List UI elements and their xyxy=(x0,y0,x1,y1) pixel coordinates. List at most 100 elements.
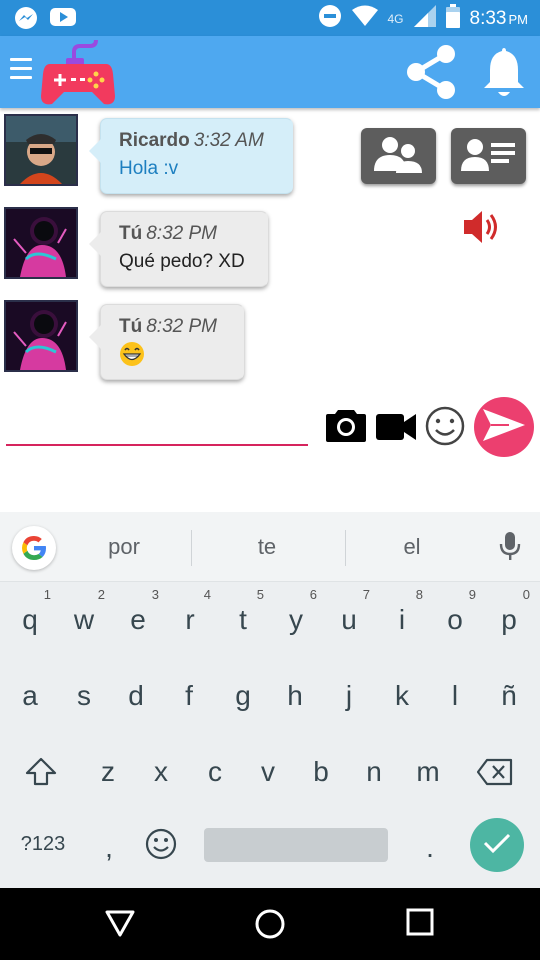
avatar[interactable] xyxy=(4,207,78,279)
key-row-3: z x c v b n m xyxy=(0,734,540,810)
message-time: 3:32 AM xyxy=(193,130,264,151)
network-type: 4G xyxy=(387,11,404,26)
key-q[interactable]: q1 xyxy=(3,582,57,658)
key-n[interactable]: n xyxy=(347,734,401,810)
home-icon[interactable] xyxy=(254,908,286,945)
avatar[interactable] xyxy=(4,300,78,372)
do-not-disturb-icon xyxy=(318,4,342,33)
key-k[interactable]: k xyxy=(375,658,429,734)
key-j[interactable]: j xyxy=(322,658,376,734)
app-bar xyxy=(0,36,540,108)
key-a[interactable]: a xyxy=(3,658,57,734)
suggestion-bar: por te el xyxy=(0,512,540,582)
key-p[interactable]: p0 xyxy=(482,582,536,658)
suggestion-3[interactable]: el xyxy=(352,534,472,560)
key-d[interactable]: d xyxy=(109,658,163,734)
key-label: i xyxy=(398,604,406,635)
key-w[interactable]: w2 xyxy=(57,582,111,658)
suggestion-2[interactable]: te xyxy=(207,534,327,560)
key-t[interactable]: t5 xyxy=(216,582,270,658)
key-label: w xyxy=(73,604,95,635)
bell-icon[interactable] xyxy=(482,44,526,105)
clock: 8:33 PM xyxy=(470,8,528,30)
key-b[interactable]: b xyxy=(294,734,348,810)
message-bubble[interactable]: Tú 8:32 PM Qué pedo? XD xyxy=(89,211,268,287)
message-text: Hola :v xyxy=(119,158,179,179)
message-author: Tú xyxy=(119,316,143,337)
key-label: o xyxy=(447,604,463,635)
avatar[interactable] xyxy=(4,114,78,186)
emoji-icon[interactable] xyxy=(425,406,465,451)
key-s[interactable]: s xyxy=(57,658,111,734)
key-v[interactable]: v xyxy=(241,734,295,810)
key-label: u xyxy=(341,604,357,635)
key-c[interactable]: c xyxy=(188,734,242,810)
key-hint: 4 xyxy=(203,587,211,602)
key-hint: 3 xyxy=(151,587,159,602)
key-f[interactable]: f xyxy=(162,658,216,734)
messenger-icon xyxy=(14,6,38,35)
suggestion-1[interactable]: por xyxy=(64,534,184,560)
backspace-key[interactable] xyxy=(468,734,522,810)
key-h[interactable]: h xyxy=(268,658,322,734)
suggestion-divider xyxy=(191,530,192,566)
contact-card-icon xyxy=(460,135,517,178)
speaker-icon[interactable] xyxy=(462,208,502,251)
key-i[interactable]: i8 xyxy=(375,582,429,658)
menu-icon[interactable] xyxy=(10,58,32,84)
key-m[interactable]: m xyxy=(401,734,455,810)
period-key[interactable]: . xyxy=(403,810,457,886)
key-n-tilde[interactable]: ñ xyxy=(482,658,536,734)
navigation-bar xyxy=(0,888,540,960)
comma-key[interactable]: , xyxy=(82,810,136,886)
battery-icon xyxy=(445,4,460,33)
gamepad-logo-icon[interactable] xyxy=(40,39,116,111)
recents-icon[interactable] xyxy=(406,908,434,941)
camera-icon[interactable] xyxy=(326,408,366,447)
key-hint: 7 xyxy=(362,587,370,602)
contact-card-button[interactable] xyxy=(451,128,526,184)
key-l[interactable]: l xyxy=(428,658,482,734)
key-o[interactable]: o9 xyxy=(428,582,482,658)
key-row-2: a s d f g h j k l ñ xyxy=(0,658,540,734)
key-e[interactable]: e3 xyxy=(111,582,165,658)
key-r[interactable]: r4 xyxy=(163,582,217,658)
group-contacts-button[interactable] xyxy=(361,128,436,184)
keyboard: por te el q1 w2 e3 r4 t5 y6 u7 i8 o9 p0 … xyxy=(0,512,540,888)
send-icon xyxy=(483,408,525,446)
wifi-icon xyxy=(351,5,378,32)
suggestion-divider xyxy=(345,530,346,566)
check-icon xyxy=(483,832,511,859)
message-input[interactable] xyxy=(6,404,308,446)
key-hint: 5 xyxy=(256,587,264,602)
key-hint: 6 xyxy=(309,587,317,602)
message-bubble[interactable]: Ricardo 3:32 AM Hola :v xyxy=(89,118,293,194)
key-y[interactable]: y6 xyxy=(269,582,323,658)
key-z[interactable]: z xyxy=(81,734,135,810)
key-hint: 9 xyxy=(468,587,476,602)
clock-time: 8:33 xyxy=(469,7,507,29)
emoji-key[interactable] xyxy=(134,806,188,882)
key-label: q xyxy=(22,604,38,635)
video-camera-icon[interactable] xyxy=(376,412,416,447)
message-time: 8:32 PM xyxy=(146,223,217,244)
message-text: Qué pedo? XD xyxy=(119,251,245,272)
back-icon[interactable] xyxy=(104,908,136,943)
key-x[interactable]: x xyxy=(134,734,188,810)
key-u[interactable]: u7 xyxy=(322,582,376,658)
key-label: p xyxy=(501,604,517,635)
enter-key[interactable] xyxy=(470,818,524,872)
message-bubble[interactable]: Tú 8:32 PM xyxy=(89,304,244,380)
share-icon[interactable] xyxy=(404,44,458,105)
shift-key[interactable] xyxy=(14,734,68,810)
message-author: Tú xyxy=(119,223,143,244)
space-key[interactable] xyxy=(204,828,388,862)
key-g[interactable]: g xyxy=(216,658,270,734)
microphone-icon[interactable] xyxy=(498,530,522,567)
clock-ampm: PM xyxy=(508,11,529,27)
google-icon[interactable] xyxy=(12,526,56,570)
key-label: e xyxy=(130,604,146,635)
send-button[interactable] xyxy=(474,397,534,457)
symbols-key[interactable]: ?123 xyxy=(14,806,72,882)
key-hint: 2 xyxy=(97,587,105,602)
